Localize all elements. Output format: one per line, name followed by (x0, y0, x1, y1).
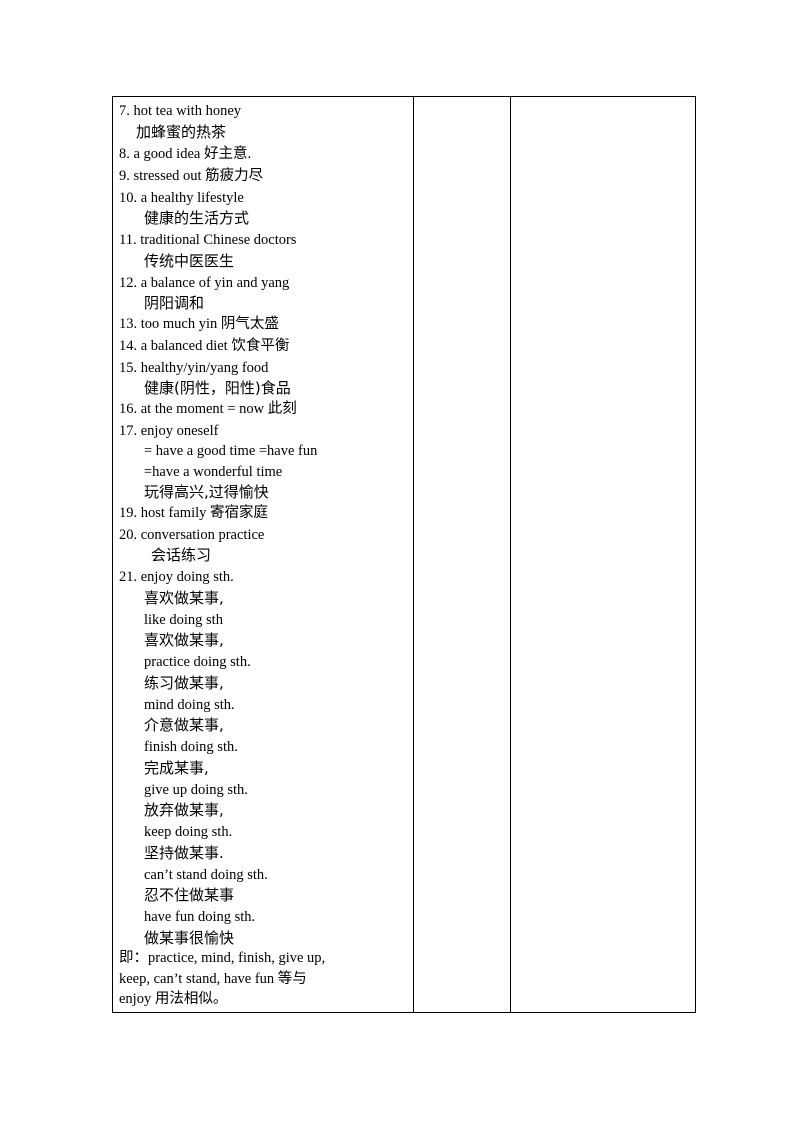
entry-line: 19. host family 寄宿家庭 (119, 504, 269, 521)
entry-en: practice doing sth. (144, 654, 251, 670)
entry-en: have fun doing sth. (144, 909, 256, 925)
summary-line: enjoy 用法相似。 (119, 991, 228, 1007)
entry-line: 9. stressed out 筋疲力尽 (119, 167, 264, 184)
entry-en: can’t stand doing sth. (144, 866, 268, 883)
entry-en: 10. a healthy lifestyle (119, 189, 244, 206)
entry-en: keep doing sth. (144, 824, 233, 840)
entry-line: 14. a balanced diet 饮食平衡 (119, 337, 290, 354)
entry-zh: 健康的生活方式 (144, 209, 250, 227)
entry-en: 12. a balance of yin and yang (119, 274, 290, 291)
entry-en: 7. hot tea with honey (119, 103, 242, 119)
entry-zh: 练习做某事, (144, 673, 224, 692)
entry-en: 21. enjoy doing sth. (119, 569, 234, 585)
entry-en: give up doing sth. (144, 781, 248, 798)
entry-zh: 喜欢做某事, (144, 588, 224, 607)
entry-zh: 加蜂蜜的热茶 (136, 122, 227, 141)
entry-zh: 做某事很愉快 (144, 928, 235, 947)
entry-en: 17. enjoy oneself (119, 422, 219, 439)
entry-en: finish doing sth. (144, 739, 238, 755)
entry-zh: 喜欢做某事, (144, 631, 224, 649)
table-cell-vocabulary: 7. hot tea with honey 加蜂蜜的热茶 8. a good i… (119, 101, 413, 1010)
entry-zh: 忍不住做某事 (144, 886, 235, 904)
table-cell-empty-2 (414, 97, 510, 1012)
entry-en: 20. conversation practice (119, 526, 265, 543)
entry-en: mind doing sth. (144, 696, 235, 713)
entry-zh: 玩得高兴,过得愉快 (144, 483, 269, 501)
entry-zh: 传统中医医生 (144, 251, 235, 270)
entry-synonym: =have a wonderful time (144, 463, 283, 480)
entry-zh: 完成某事, (144, 758, 209, 777)
entry-en: like doing sth (144, 611, 223, 628)
vocabulary-table: 7. hot tea with honey 加蜂蜜的热茶 8. a good i… (112, 96, 696, 1013)
table-cell-empty-3 (511, 97, 695, 1012)
entry-zh: 会话练习 (151, 546, 212, 564)
entry-line: 13. too much yin 阴气太盛 (119, 315, 279, 332)
entry-synonym: = have a good time =have fun (144, 443, 318, 459)
entry-en: 15. healthy/yin/yang food (119, 359, 269, 376)
summary-line: 即：practice, mind, finish, give up, (119, 950, 326, 966)
entry-zh: 健康(阴性，阳性)食品 (144, 379, 291, 397)
entry-zh: 坚持做某事. (144, 843, 224, 862)
entry-zh: 介意做某事, (144, 716, 224, 734)
entry-line: 16. at the moment = now 此刻 (119, 400, 297, 417)
summary-line: keep, can’t stand, have fun 等与 (119, 970, 307, 987)
entry-line: 8. a good idea 好主意. (119, 145, 252, 162)
entry-zh: 阴阳调和 (144, 294, 205, 312)
entry-zh: 放弃做某事, (144, 801, 224, 819)
entry-en: 11. traditional Chinese doctors (119, 232, 297, 248)
